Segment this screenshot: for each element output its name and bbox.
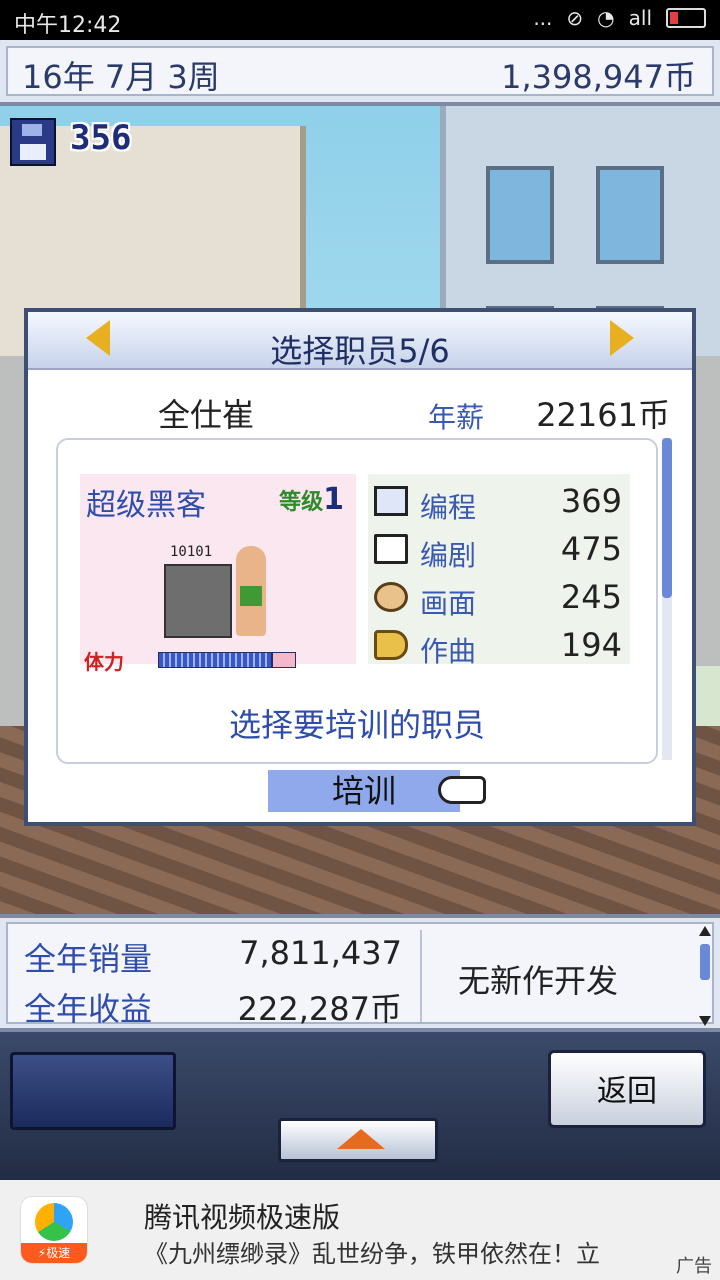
stat-label: 画面 bbox=[420, 587, 477, 620]
employee-portrait: 超级黑客 等级1 10101 体力 bbox=[80, 474, 356, 674]
select-staff-dialog: 选择职员5/6 全仕崔 年薪 22161币 超级黑客 等级1 10101 体力 … bbox=[24, 308, 696, 826]
scroll-up-icon[interactable] bbox=[699, 926, 711, 936]
stamina-label: 体力 bbox=[84, 650, 124, 674]
stat-label: 编剧 bbox=[420, 539, 477, 572]
panel-scrollbar[interactable] bbox=[698, 926, 712, 1026]
computer-desk bbox=[164, 564, 232, 638]
stat-value: 475 bbox=[560, 530, 622, 568]
palette-icon bbox=[374, 582, 408, 612]
stat-label: 编程 bbox=[420, 491, 477, 524]
alarm-off-icon: ⊘ bbox=[566, 6, 584, 30]
panel-divider bbox=[420, 930, 422, 1022]
status-icons: ... ⊘ ◔ all bbox=[533, 6, 706, 30]
back-button[interactable]: 返回 bbox=[548, 1050, 706, 1128]
more-dots-icon: ... bbox=[533, 6, 553, 30]
tencent-video-logo: ⚡极速 bbox=[20, 1196, 88, 1264]
dialog-body: 全仕崔 年薪 22161币 超级黑客 等级1 10101 体力 编程 369 编… bbox=[28, 370, 692, 822]
horn-icon bbox=[374, 630, 408, 660]
status-time: 中午12:42 bbox=[14, 13, 122, 38]
job-title: 超级黑客 bbox=[86, 488, 206, 523]
level-value: 1 bbox=[323, 482, 344, 517]
battery-icon bbox=[666, 8, 706, 28]
ad-description: 《九州缥缈录》乱世纷争，铁甲依然在！立 bbox=[144, 1240, 600, 1268]
salary-label: 年薪 bbox=[428, 401, 485, 434]
annual-sales-label: 全年销量 bbox=[24, 940, 153, 978]
level-label: 等级 bbox=[279, 490, 324, 515]
stat-graphics: 画面 245 bbox=[368, 574, 630, 620]
employee-sprite bbox=[236, 546, 266, 636]
dialog-scrollbar[interactable] bbox=[662, 438, 672, 760]
ad-icon-tag: ⚡极速 bbox=[21, 1243, 87, 1263]
save-count: 356 bbox=[70, 118, 132, 158]
employee-name: 全仕崔 bbox=[158, 396, 255, 434]
save-icon[interactable] bbox=[10, 118, 56, 166]
stat-programming: 编程 369 bbox=[368, 478, 630, 524]
annual-revenue-label: 全年收益 bbox=[24, 990, 153, 1028]
ad-label: 广告 bbox=[676, 1256, 712, 1277]
signal-icon: all bbox=[628, 6, 652, 30]
stamina-bar-remainder bbox=[272, 652, 296, 668]
select-hint: 选择要培训的职员 bbox=[228, 706, 485, 744]
expand-button[interactable] bbox=[278, 1118, 438, 1162]
wifi-icon: ◔ bbox=[597, 6, 615, 30]
dialog-header: 选择职员5/6 bbox=[28, 312, 692, 370]
money-amount: 1,398,947币 bbox=[501, 58, 696, 96]
salary-value: 22161币 bbox=[536, 396, 670, 434]
level-badge: 等级1 bbox=[279, 482, 344, 517]
status-bar: 中午12:42 ... ⊘ ◔ all bbox=[0, 0, 720, 40]
control-bar: 返回 bbox=[0, 1032, 720, 1180]
play-icon bbox=[35, 1203, 73, 1241]
ad-banner[interactable]: ⚡极速 腾讯视频极速版 《九州缥缈录》乱世纷争，铁甲依然在！立 广告 bbox=[0, 1180, 720, 1280]
annual-revenue-value: 222,287币 bbox=[237, 990, 402, 1028]
stat-value: 194 bbox=[560, 626, 622, 664]
train-button[interactable]: 培训 bbox=[268, 770, 460, 812]
annual-sales-value: 7,811,437 bbox=[239, 934, 402, 972]
dialog-title: 选择职员5/6 bbox=[270, 332, 450, 370]
up-arrow-icon bbox=[337, 1129, 385, 1149]
stat-scenario: 编剧 475 bbox=[368, 526, 630, 572]
next-arrow-icon[interactable] bbox=[610, 320, 634, 356]
skill-stats: 编程 369 编剧 475 画面 245 作曲 194 bbox=[368, 474, 630, 668]
computer-icon bbox=[374, 486, 408, 516]
stamina-bar bbox=[158, 652, 272, 668]
game-date: 16年 7月 3周 bbox=[22, 58, 220, 96]
screen-text: 10101 bbox=[170, 544, 213, 560]
employee-card[interactable]: 超级黑客 等级1 10101 体力 编程 369 编剧 475 画面 245 作… bbox=[56, 438, 658, 764]
menu-button[interactable] bbox=[10, 1052, 176, 1130]
annual-stats-panel: 全年销量 7,811,437 全年收益 222,287币 无新作开发 bbox=[0, 914, 720, 1032]
top-info-bar: 16年 7月 3周 1,398,947币 bbox=[0, 40, 720, 106]
stat-label: 作曲 bbox=[420, 635, 477, 668]
stat-sound: 作曲 194 bbox=[368, 622, 630, 668]
development-status: 无新作开发 bbox=[458, 962, 619, 1000]
book-icon bbox=[374, 534, 408, 564]
pointing-hand-icon bbox=[438, 776, 486, 804]
scroll-down-icon[interactable] bbox=[699, 1016, 711, 1026]
stat-value: 369 bbox=[560, 482, 622, 520]
ad-title: 腾讯视频极速版 bbox=[144, 1201, 341, 1234]
stat-value: 245 bbox=[560, 578, 622, 616]
